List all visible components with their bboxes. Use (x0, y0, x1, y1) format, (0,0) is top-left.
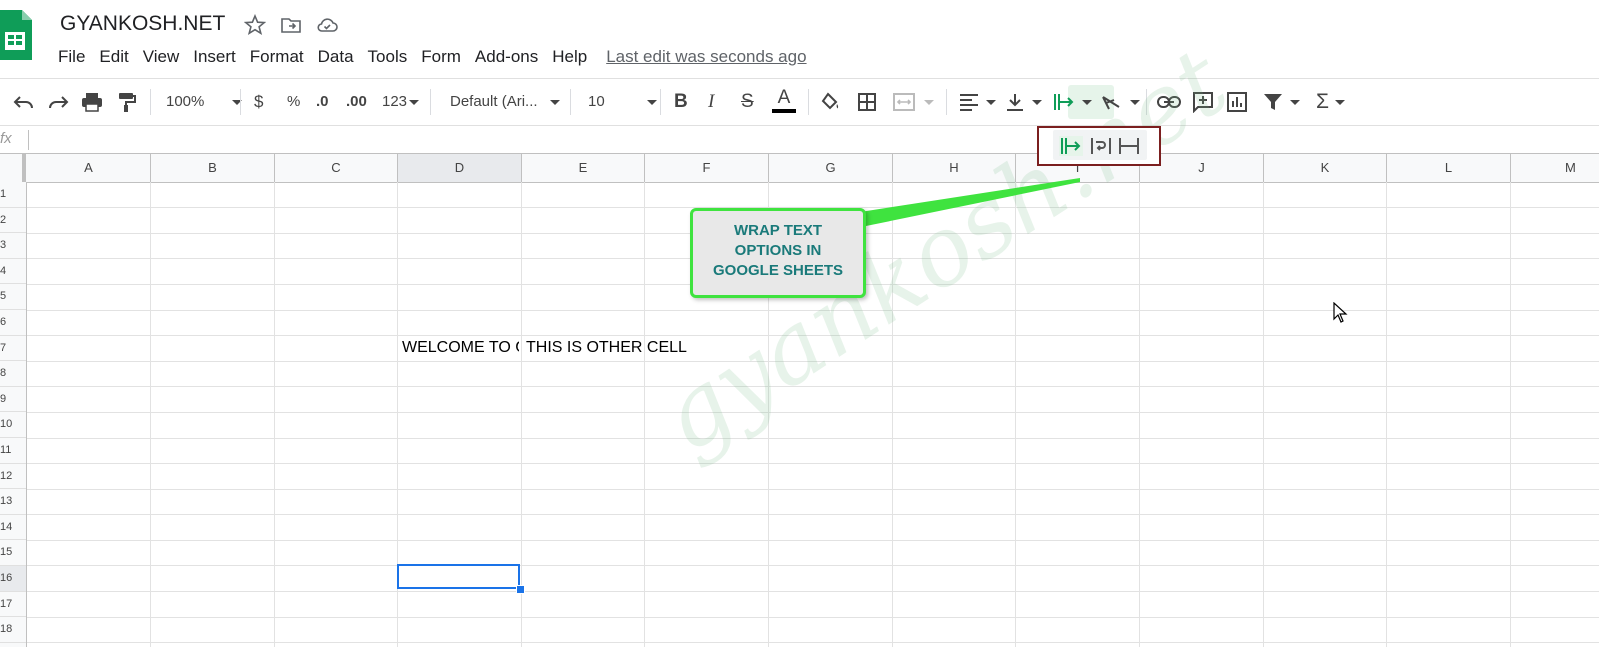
callout-line: WRAP TEXT (733, 222, 823, 239)
callout-text: WRAP TEXT OPTIONS IN GOOGLE SHEETS (693, 221, 863, 281)
mouse-cursor-icon (1333, 301, 1349, 324)
row-header[interactable]: 12 (0, 464, 26, 490)
callout-line: GOOGLE SHEETS (712, 262, 844, 279)
move-folder-icon[interactable] (280, 14, 302, 36)
bold-button[interactable]: B (674, 91, 688, 113)
column-header-k[interactable]: K (1264, 154, 1387, 182)
row-header[interactable]: 4 (0, 259, 26, 285)
redo-icon[interactable] (46, 91, 70, 113)
menu-format[interactable]: Format (243, 46, 311, 68)
menu-tools[interactable]: Tools (361, 46, 415, 68)
row-header[interactable]: 3 (0, 233, 26, 259)
font-size-value: 10 (588, 93, 605, 110)
functions-icon: Σ (1316, 90, 1329, 113)
horizontal-align-icon[interactable] (958, 91, 996, 113)
row-header[interactable]: 16 (0, 566, 26, 592)
row-header[interactable]: 8 (0, 361, 26, 387)
row-header[interactable]: 1 (0, 182, 26, 208)
menu-view[interactable]: View (136, 46, 187, 68)
print-icon[interactable] (80, 91, 104, 113)
fill-handle[interactable] (516, 585, 525, 594)
column-header-g[interactable]: G (769, 154, 893, 182)
column-header-a[interactable]: A (27, 154, 151, 182)
row-header[interactable]: 7 (0, 336, 26, 362)
row-header[interactable]: 10 (0, 412, 26, 438)
column-header-m[interactable]: M (1511, 154, 1599, 182)
currency-format-button[interactable]: $ (254, 91, 263, 113)
wrap-wrap-icon[interactable] (1089, 136, 1113, 156)
increase-decimal-button[interactable]: .00 (346, 91, 367, 113)
font-size-select[interactable]: 10 (588, 91, 657, 113)
select-all-corner[interactable] (0, 154, 26, 182)
wrap-options-panel (1053, 130, 1147, 160)
last-edit-link[interactable]: Last edit was seconds ago (606, 46, 806, 68)
zoom-value: 100% (166, 93, 205, 110)
cell-d7-text: WELCOME TO G (402, 339, 519, 356)
zoom-select[interactable]: 100% (166, 91, 243, 113)
toolbar: 100% $ % .0 .00 123 Default (Ari... 10 B… (0, 78, 1599, 125)
row-header[interactable]: 9 (0, 387, 26, 413)
column-header-bar: A B C D E F G H I J K L M (0, 153, 1599, 183)
more-formats-label: 123 (382, 93, 408, 110)
menu-insert[interactable]: Insert (186, 46, 243, 68)
row-header[interactable]: 11 (0, 438, 26, 464)
font-select[interactable]: Default (Ari... (450, 91, 560, 113)
fill-color-icon[interactable] (820, 91, 842, 113)
wrap-options-popup (1037, 126, 1161, 166)
clip-wrap-icon[interactable] (1117, 136, 1141, 156)
borders-icon[interactable] (856, 91, 878, 113)
row-header[interactable]: 18 (0, 617, 26, 643)
functions-select[interactable]: Σ (1316, 91, 1345, 113)
filter-icon[interactable] (1262, 91, 1300, 113)
cloud-saved-icon[interactable] (316, 14, 338, 36)
callout-line: OPTIONS IN (734, 242, 822, 259)
merge-cells-icon (892, 91, 934, 113)
strikethrough-button[interactable]: S (741, 91, 754, 113)
row-header[interactable]: 2 (0, 208, 26, 234)
overflow-wrap-icon[interactable] (1059, 136, 1083, 156)
percent-format-button[interactable]: % (287, 91, 300, 113)
formula-divider (28, 130, 29, 150)
row-header[interactable]: 14 (0, 515, 26, 541)
vertical-align-icon[interactable] (1004, 91, 1042, 113)
cell-d7[interactable]: WELCOME TO G (399, 337, 519, 361)
menu-form[interactable]: Form (414, 46, 468, 68)
text-color-swatch (772, 109, 796, 113)
column-header-f[interactable]: F (645, 154, 769, 182)
font-value: Default (Ari... (450, 93, 538, 110)
text-color-button[interactable]: A (772, 87, 796, 117)
italic-button[interactable]: I (708, 91, 714, 113)
row-header[interactable]: 6 (0, 310, 26, 336)
formula-bar: fx (0, 125, 1599, 154)
paint-format-icon[interactable] (116, 91, 138, 113)
column-header-d[interactable]: D (398, 154, 522, 182)
sheets-logo-icon[interactable] (0, 10, 32, 60)
row-header[interactable]: 17 (0, 592, 26, 618)
decrease-decimal-button[interactable]: .0 (316, 91, 329, 113)
column-header-l[interactable]: L (1387, 154, 1511, 182)
menu-bar: File Edit View Insert Format Data Tools … (58, 46, 807, 68)
menu-file[interactable]: File (58, 46, 92, 68)
menu-edit[interactable]: Edit (92, 46, 135, 68)
star-icon[interactable] (243, 13, 267, 36)
column-header-c[interactable]: C (275, 154, 398, 182)
more-formats-select[interactable]: 123 (382, 91, 420, 113)
menu-help[interactable]: Help (545, 46, 594, 68)
fx-label: fx (0, 130, 12, 147)
document-title[interactable]: GYANKOSH.NET (60, 12, 225, 36)
column-header-b[interactable]: B (151, 154, 275, 182)
cell-e7-text: THIS IS OTHER CELL (526, 339, 687, 356)
column-header-e[interactable]: E (522, 154, 645, 182)
undo-icon[interactable] (12, 91, 36, 113)
menu-addons[interactable]: Add-ons (468, 46, 545, 68)
row-header[interactable]: 15 (0, 540, 26, 566)
menu-data[interactable]: Data (311, 46, 361, 68)
callout-box: WRAP TEXT OPTIONS IN GOOGLE SHEETS (690, 208, 866, 298)
text-color-letter: A (777, 87, 791, 108)
row-header[interactable]: 13 (0, 489, 26, 515)
row-header[interactable]: 5 (0, 284, 26, 310)
selected-cell-d16[interactable] (397, 564, 520, 589)
row-header-bar: 1 2 3 4 5 6 7 8 9 10 11 12 13 14 15 16 1… (0, 182, 27, 647)
